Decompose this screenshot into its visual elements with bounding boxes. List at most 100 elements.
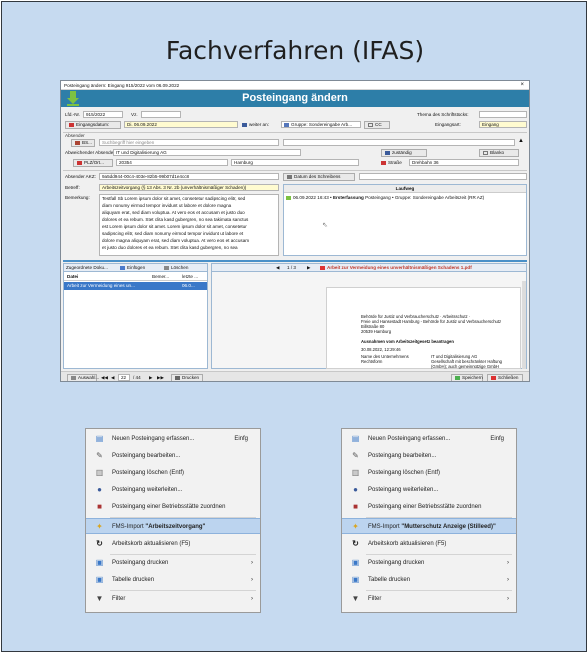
menu-item-bearbeiten[interactable]: ✎ Posteingang bearbeiten... bbox=[86, 448, 260, 464]
insert-icon bbox=[120, 265, 125, 270]
menu-item-loeschen[interactable]: ▥ Posteingang löschen (Entf) bbox=[342, 465, 516, 481]
trash-icon: ▥ bbox=[95, 468, 104, 477]
chevron-right-icon: › bbox=[507, 596, 509, 602]
cc-button[interactable]: CC bbox=[364, 121, 390, 129]
vz-field[interactable] bbox=[141, 111, 181, 118]
building-icon bbox=[75, 140, 80, 145]
menu-item-filter[interactable]: ▼ Filter › bbox=[342, 591, 516, 607]
einfuegen-button[interactable]: Einfügen bbox=[120, 265, 145, 270]
chevron-right-icon: › bbox=[251, 560, 253, 566]
speichern-button[interactable]: Speichern bbox=[451, 374, 483, 381]
menu-item-aktualisieren[interactable]: ↻ Arbeitskorb aktualisieren (F5) bbox=[86, 536, 260, 552]
menu-item-filter[interactable]: ▼ Filter › bbox=[86, 591, 260, 607]
menu-item-neuen-posteingang[interactable]: ▤ Neuen Posteingang erfassen... Einfg bbox=[86, 431, 260, 447]
menu-item-neuen-posteingang[interactable]: ▤ Neuen Posteingang erfassen... Einfg bbox=[342, 431, 516, 447]
new-document-icon: ▤ bbox=[95, 434, 104, 443]
akz-field[interactable]: 9a5dd944-00c4-403e-82b5-99b07d1e4cc8 bbox=[99, 173, 279, 180]
filter-icon: ▼ bbox=[351, 594, 360, 603]
suchbegriff-input[interactable]: Suchbegriff hier eingeben bbox=[99, 139, 279, 146]
slide-title: Fachverfahren (IFAS) bbox=[165, 36, 425, 65]
nav-first-icon[interactable]: ◀◀ bbox=[101, 375, 108, 381]
collapse-icon[interactable]: ▲ bbox=[518, 138, 524, 144]
menu-item-drucken[interactable]: ▣ Posteingang drucken › bbox=[342, 555, 516, 571]
nav-position[interactable]: 22 bbox=[118, 374, 130, 381]
filter-icon: ▼ bbox=[95, 594, 104, 603]
menu-item-weiterleiten[interactable]: ● Posteingang weiterleiten... bbox=[342, 482, 516, 498]
attachments-panel: Zugeordnete Doku... Einfügen Löschen Dat… bbox=[63, 263, 208, 369]
betreff-field[interactable]: Arbeitszeitvorgang (§ 13 Abs. 3 Nr. 2b (… bbox=[99, 184, 279, 191]
theme-select[interactable] bbox=[479, 111, 527, 118]
menu-item-betriebsstaette[interactable]: ■ Posteingang einer Betriebsstätte zuordn… bbox=[86, 499, 260, 515]
chevron-right-icon: › bbox=[251, 577, 253, 583]
mouse-cursor-icon: ⇖ bbox=[322, 222, 328, 229]
abw-absender-select[interactable]: IT und Digitalisierung AG bbox=[113, 149, 301, 156]
attachments-toolbar: Zugeordnete Doku... Einfügen Löschen bbox=[64, 264, 207, 272]
eingangsart-select[interactable]: Eingang bbox=[479, 121, 527, 128]
pdf-filename[interactable]: Arbeit zur Vermeidung eines unverhältnis… bbox=[320, 265, 472, 270]
close-icon[interactable]: × bbox=[520, 82, 524, 88]
viewer-toolbar: ◀ 1 / 3 ▶ Arbeit zur Vermeidung eines un… bbox=[212, 264, 526, 272]
location-icon bbox=[77, 160, 82, 165]
location-icon bbox=[381, 160, 386, 165]
page-next-icon[interactable]: ▶ bbox=[307, 265, 311, 271]
doc-row-value: (GmbH); auch gemeinnützige GmbH bbox=[431, 364, 499, 369]
bemerkung-line: Testfall Sb Lorem ipsum dolor sit amet, … bbox=[102, 196, 246, 201]
menu-item-fms-import[interactable]: ✦ FMS-Import "Mutterschutz Anzeige (Still… bbox=[342, 518, 516, 534]
datum-schreiben-field[interactable] bbox=[359, 173, 527, 180]
eingangsdatum-button[interactable]: Eingangsdatum: bbox=[65, 121, 121, 129]
menu-item-tabelle-drucken[interactable]: ▣ Tabelle drucken › bbox=[86, 572, 260, 588]
plus-icon bbox=[286, 195, 291, 200]
col-bemerkung[interactable]: Bemer... bbox=[152, 274, 169, 279]
window-title: Posteingang ändern: Eingang 915/2022 vom… bbox=[64, 83, 180, 88]
bemerkung-line: diam nonumy eirmod tempor invidunt ut la… bbox=[102, 203, 232, 208]
bemerkung-line: est Lorem ipsum dolor sit amet. Lorem ip… bbox=[102, 224, 247, 229]
weiter-an-label: weiter an: bbox=[242, 122, 269, 127]
drucken-button[interactable]: Drucken bbox=[171, 374, 203, 381]
page-indicator: 1 / 3 bbox=[287, 265, 296, 270]
doc-heading: Ausnahmen vom Arbeitszeitgesetz beantrag… bbox=[361, 339, 454, 344]
nav-prev-icon[interactable]: ◀ bbox=[111, 375, 115, 381]
menu-item-aktualisieren[interactable]: ↻ Arbeitskorb aktualisieren (F5) bbox=[342, 536, 516, 552]
nav-next-icon[interactable]: ▶ bbox=[149, 375, 153, 381]
bemerkung-line: sadipscing elitr, sed diam nonumy eirmod… bbox=[102, 231, 244, 236]
blanko-button[interactable]: Blanko bbox=[479, 149, 519, 157]
schliessen-button[interactable]: Schließen bbox=[487, 374, 523, 381]
attachment-date: 06.0... bbox=[182, 283, 195, 288]
page-prev-icon[interactable]: ◀ bbox=[276, 265, 280, 271]
col-datei[interactable]: Datei bbox=[67, 274, 78, 279]
laufweg-entry[interactable]: 06.09.2022 16:43 • Ersterfassung Postein… bbox=[286, 195, 484, 200]
tab-zugeordnete-doku[interactable]: Zugeordnete Doku... bbox=[66, 265, 108, 270]
chevron-right-icon: › bbox=[507, 577, 509, 583]
col-letzte[interactable]: letzte ... bbox=[182, 274, 198, 279]
viewer-scrollbar[interactable] bbox=[522, 281, 526, 369]
lfd-field[interactable]: 915/2022 bbox=[83, 111, 123, 118]
menu-item-tabelle-drucken[interactable]: ▣ Tabelle drucken › bbox=[342, 572, 516, 588]
eingangsdatum-field[interactable]: Di. 06.09.2022 bbox=[124, 121, 238, 128]
attachment-row[interactable]: Arbeit zur Vermeidung eines un... 06.0..… bbox=[64, 282, 207, 290]
menu-item-fms-import[interactable]: ✦ FMS-Import "Arbeitszeitvorgang" bbox=[86, 518, 260, 534]
auswahl-button[interactable]: Auswahl... bbox=[67, 374, 99, 381]
bs-button[interactable]: BS... bbox=[71, 139, 95, 147]
trash-icon: ▥ bbox=[351, 468, 360, 477]
gruppe-select[interactable]: Gruppe: Sondereingabe Arb... bbox=[281, 121, 361, 128]
nav-last-icon[interactable]: ▶▶ bbox=[157, 375, 164, 381]
datum-schreiben-button[interactable]: Datum des Schreibens bbox=[283, 173, 355, 181]
menu-item-weiterleiten[interactable]: ● Posteingang weiterleiten... bbox=[86, 482, 260, 498]
plz-field[interactable]: 20354 bbox=[116, 159, 228, 166]
laufweg-header: Laufweg bbox=[284, 185, 526, 193]
menu-item-drucken[interactable]: ▣ Posteingang drucken › bbox=[86, 555, 260, 571]
menu-item-betriebsstaette[interactable]: ■ Posteingang einer Betriebsstätte zuordn… bbox=[342, 499, 516, 515]
ort-select[interactable]: Hamburg bbox=[231, 159, 359, 166]
zustaendig-button[interactable]: zuständig bbox=[381, 149, 427, 157]
loeschen-button[interactable]: Löschen bbox=[164, 265, 188, 270]
menu-item-bearbeiten[interactable]: ✎ Posteingang bearbeiten... bbox=[342, 448, 516, 464]
close-icon bbox=[491, 375, 496, 380]
printer-table-icon: ▣ bbox=[95, 575, 104, 584]
absender-select[interactable] bbox=[283, 139, 515, 146]
bemerkung-textarea[interactable]: Testfall Sb Lorem ipsum dolor sit amet, … bbox=[99, 194, 279, 256]
divider bbox=[63, 132, 527, 133]
strasse-select[interactable]: Drehbahn 36 bbox=[409, 159, 519, 166]
menu-item-loeschen[interactable]: ▥ Posteingang löschen (Entf) bbox=[86, 465, 260, 481]
list-icon bbox=[71, 375, 76, 380]
plz-button[interactable]: PLZ/Ort... bbox=[73, 159, 113, 167]
